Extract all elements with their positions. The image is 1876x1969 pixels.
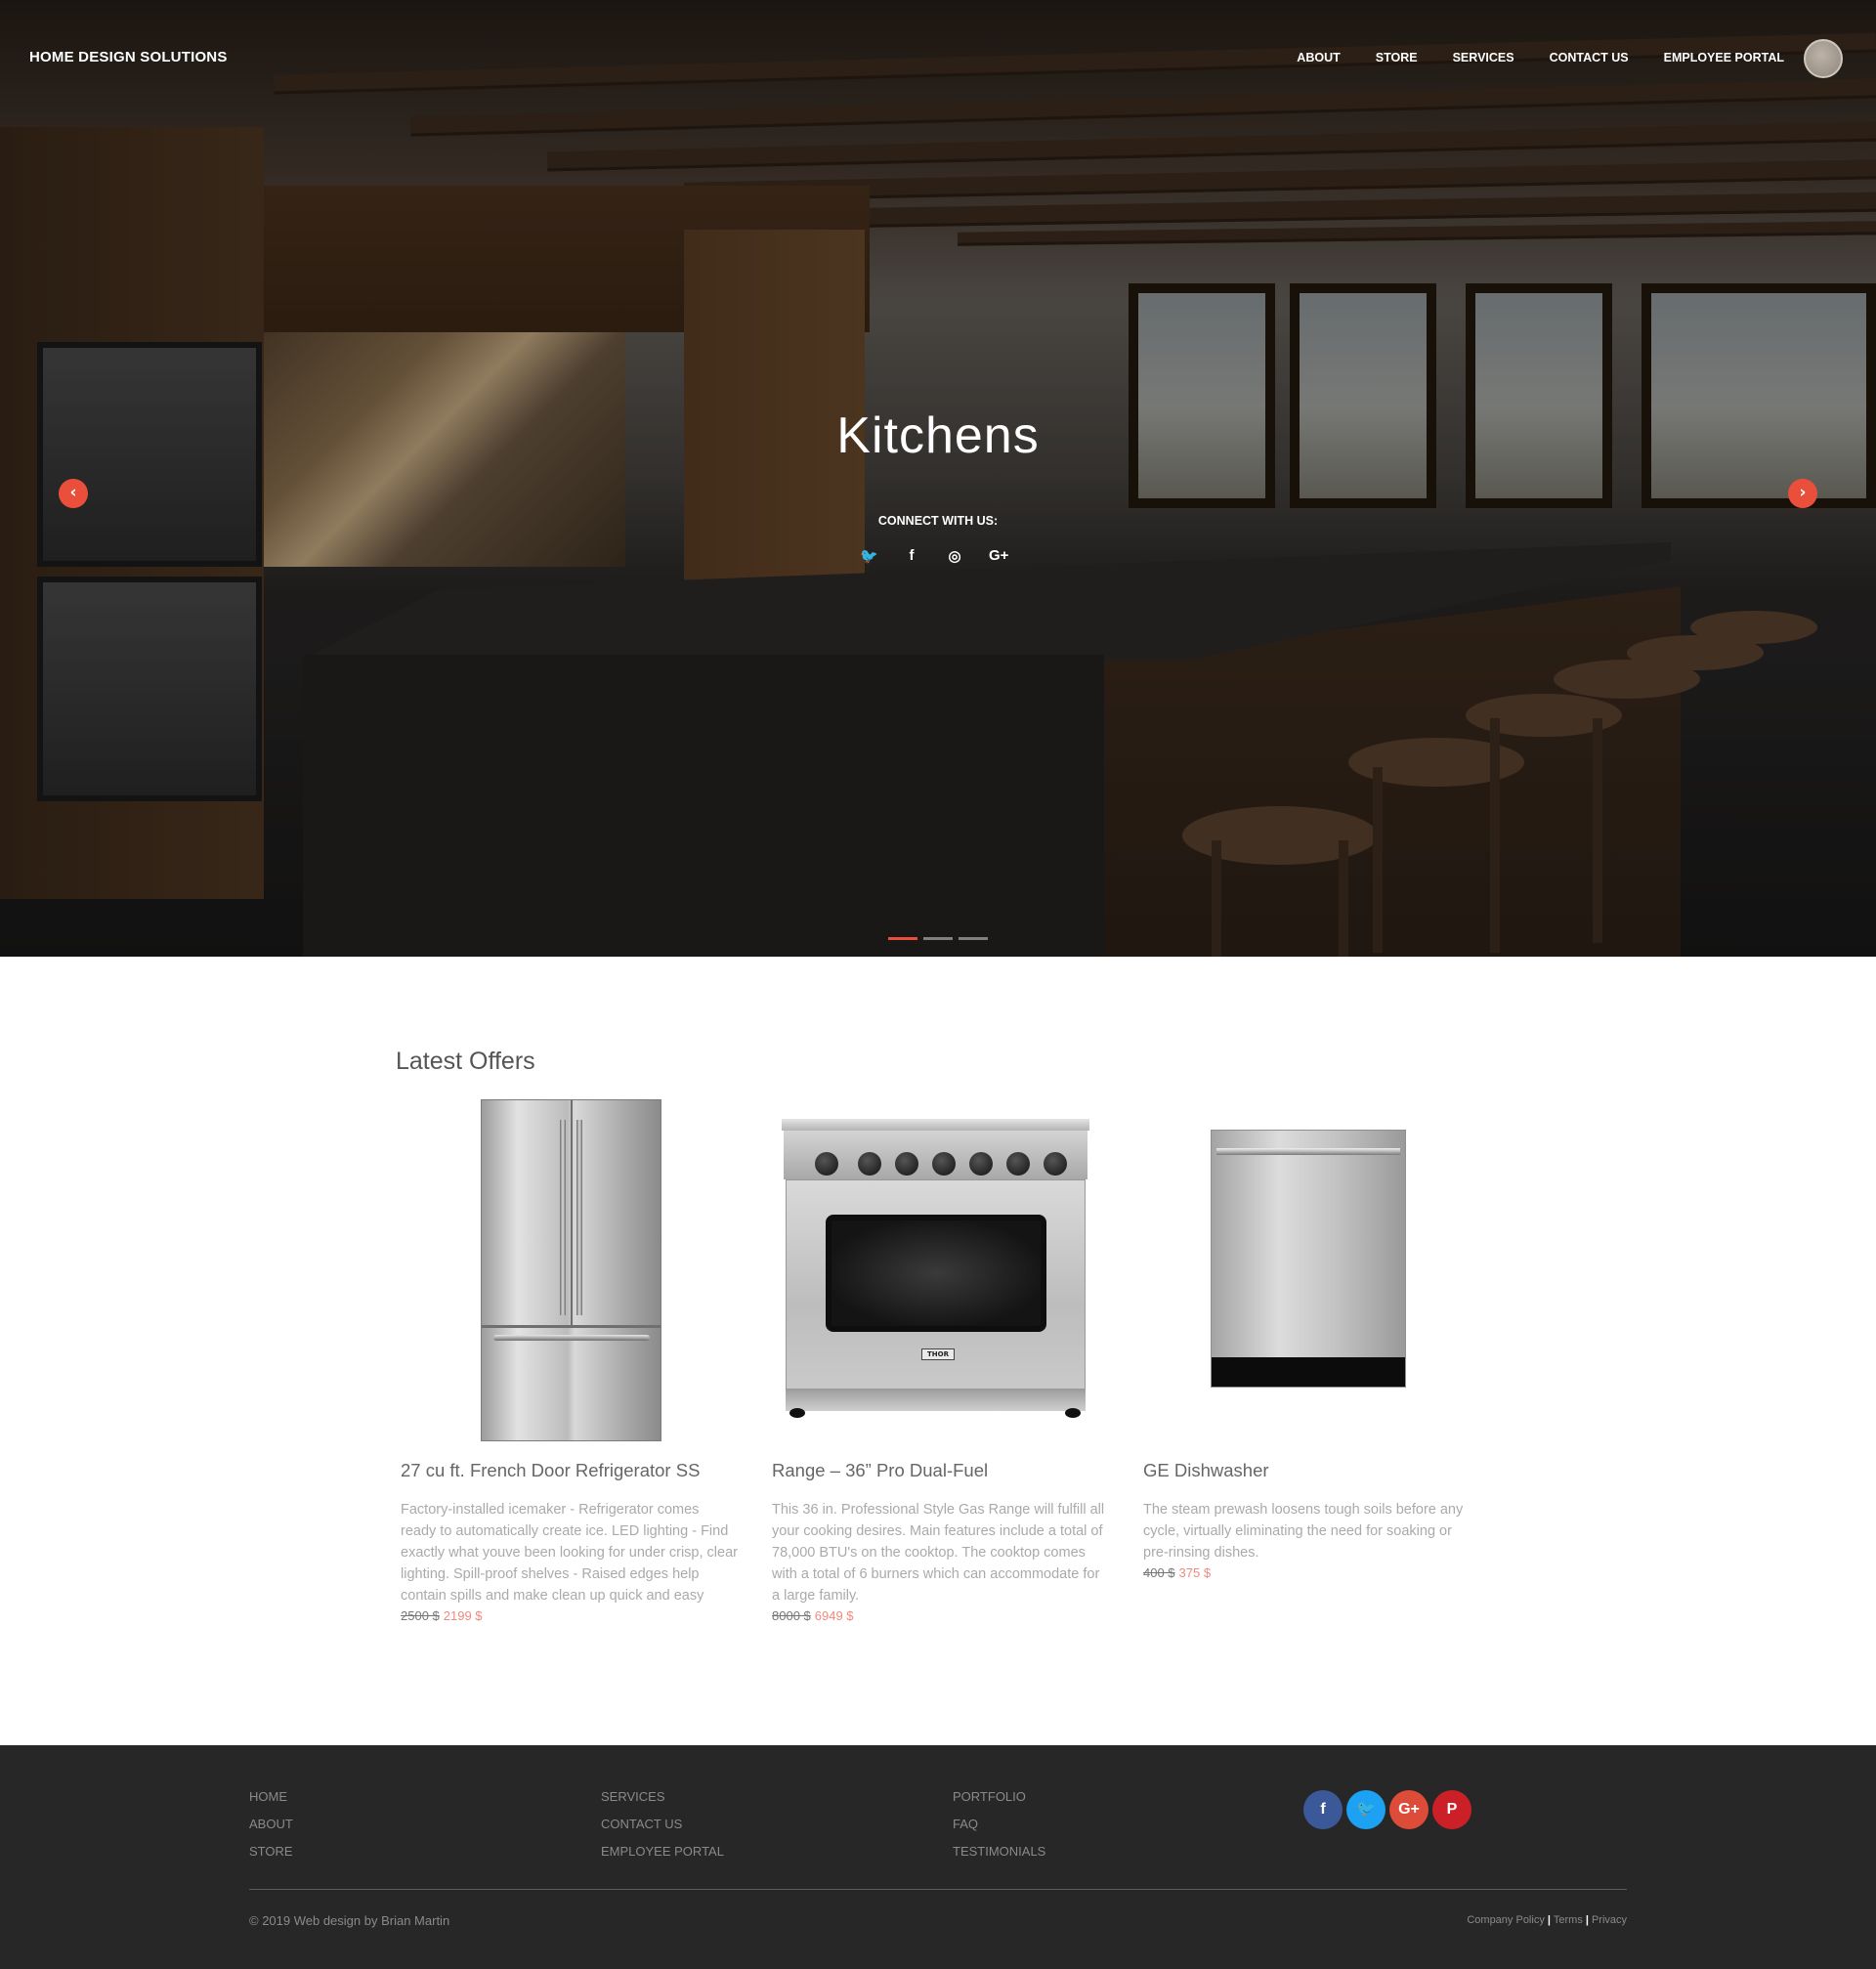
footer-link-testimonials[interactable]: TESTIMONIALS [953, 1844, 1045, 1859]
dishwasher-image[interactable] [1143, 1094, 1480, 1446]
chevron-right-icon: › [1799, 483, 1807, 502]
hero-overlay [0, 0, 1876, 957]
main-nav: ABOUT STORE SERVICES CONTACT US EMPLOYEE… [1297, 51, 1784, 64]
legal-links: Company Policy | Terms | Privacy [1467, 1914, 1627, 1926]
footer-links-col-2: SERVICES CONTACT US EMPLOYEE PORTAL [601, 1789, 724, 1859]
product-description: Factory-installed icemaker - Refrigerato… [401, 1502, 738, 1604]
carousel-indicator-2[interactable] [923, 937, 953, 940]
product-description: The steam prewash loosens tough soils be… [1143, 1502, 1464, 1561]
product-price: 2500 $2199 $ [401, 1608, 738, 1623]
product-description: This 36 in. Professional Style Gas Range… [772, 1502, 1105, 1604]
carousel-indicators [888, 937, 988, 940]
hero-slider: HOME DESIGN SOLUTIONS ABOUT STORE SERVIC… [0, 0, 1876, 957]
instagram-icon[interactable]: ◎ [946, 547, 963, 565]
nav-contact-us[interactable]: CONTACT US [1550, 51, 1629, 64]
footer-link-about[interactable]: ABOUT [249, 1817, 293, 1831]
facebook-icon[interactable]: f [903, 547, 920, 565]
user-avatar[interactable] [1804, 39, 1843, 78]
nav-services[interactable]: SERVICES [1453, 51, 1514, 64]
connect-label: CONNECT WITH US: [877, 514, 999, 528]
carousel-indicator-1[interactable] [888, 937, 917, 940]
footer-link-contact-us[interactable]: CONTACT US [601, 1817, 724, 1831]
latest-offers-heading: Latest Offers [396, 1048, 535, 1075]
old-price: 8000 $ [772, 1608, 811, 1623]
carousel-prev-button[interactable]: ‹ [59, 479, 88, 508]
old-price: 2500 $ [401, 1608, 440, 1623]
range-image[interactable]: THOR [772, 1094, 1109, 1446]
product-card-refrigerator[interactable]: 27 cu ft. French Door Refrigerator SS Fa… [401, 1094, 738, 1623]
google-plus-icon[interactable]: G+ [1389, 1790, 1428, 1829]
nav-about[interactable]: ABOUT [1297, 51, 1340, 64]
footer-link-portfolio[interactable]: PORTFOLIO [953, 1789, 1045, 1804]
copyright-text: © 2019 Web design by Brian Martin [249, 1913, 450, 1928]
hero-title: Kitchens [836, 407, 1040, 464]
footer-link-company-policy[interactable]: Company Policy [1467, 1914, 1544, 1926]
footer-link-employee-portal[interactable]: EMPLOYEE PORTAL [601, 1844, 724, 1859]
product-price: 8000 $6949 $ [772, 1608, 1109, 1623]
range-brand-badge: THOR [921, 1348, 955, 1360]
old-price: 400 $ [1143, 1565, 1175, 1580]
product-price: 400 $375 $ [1143, 1565, 1480, 1580]
nav-store[interactable]: STORE [1376, 51, 1418, 64]
footer-social-links: f 🐦 G+ P [1303, 1790, 1471, 1829]
carousel-next-button[interactable]: › [1788, 479, 1817, 508]
new-price: 2199 $ [443, 1608, 483, 1623]
product-name[interactable]: GE Dishwasher [1143, 1460, 1480, 1481]
facebook-icon[interactable]: f [1303, 1790, 1343, 1829]
site-footer: HOME ABOUT STORE SERVICES CONTACT US EMP… [0, 1745, 1876, 1969]
carousel-indicator-3[interactable] [959, 937, 988, 940]
footer-link-faq[interactable]: FAQ [953, 1817, 1045, 1831]
new-price: 375 $ [1178, 1565, 1212, 1580]
twitter-icon[interactable]: 🐦 [860, 547, 878, 565]
brand-logo[interactable]: HOME DESIGN SOLUTIONS [29, 49, 228, 65]
hero-social-links: 🐦 f ◎ G+ [860, 547, 1008, 565]
footer-links-col-1: HOME ABOUT STORE [249, 1789, 293, 1859]
product-card-range[interactable]: THOR Range – 36” Pro Dual-Fuel This 36 i… [772, 1094, 1109, 1623]
product-card-dishwasher[interactable]: GE Dishwasher The steam prewash loosens … [1143, 1094, 1480, 1580]
footer-link-privacy[interactable]: Privacy [1592, 1914, 1627, 1926]
nav-employee-portal[interactable]: EMPLOYEE PORTAL [1664, 51, 1784, 64]
footer-divider [249, 1889, 1627, 1890]
google-plus-icon[interactable]: G+ [989, 547, 1008, 565]
chevron-left-icon: ‹ [69, 483, 77, 502]
footer-link-services[interactable]: SERVICES [601, 1789, 724, 1804]
pinterest-icon[interactable]: P [1432, 1790, 1471, 1829]
new-price: 6949 $ [814, 1608, 854, 1623]
footer-link-terms[interactable]: Terms [1554, 1914, 1583, 1926]
footer-link-home[interactable]: HOME [249, 1789, 293, 1804]
refrigerator-image[interactable] [401, 1094, 738, 1446]
footer-link-store[interactable]: STORE [249, 1844, 293, 1859]
twitter-icon[interactable]: 🐦 [1346, 1790, 1386, 1829]
product-name[interactable]: Range – 36” Pro Dual-Fuel [772, 1460, 1109, 1481]
footer-links-col-3: PORTFOLIO FAQ TESTIMONIALS [953, 1789, 1045, 1859]
product-name[interactable]: 27 cu ft. French Door Refrigerator SS [401, 1460, 738, 1481]
